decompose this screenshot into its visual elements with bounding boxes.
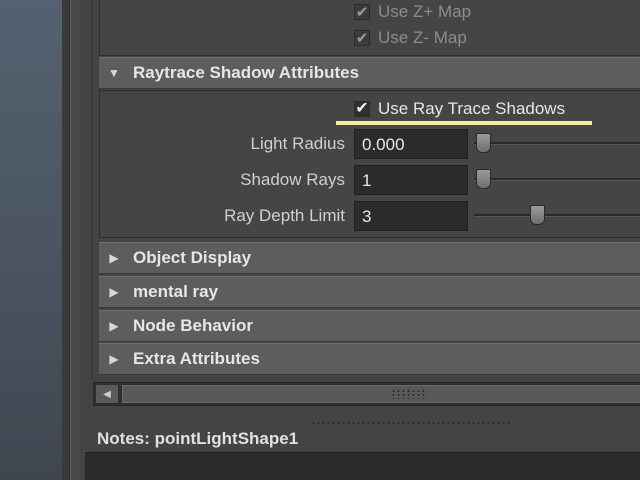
pane-splitter[interactable] xyxy=(311,420,511,426)
section-title: Extra Attributes xyxy=(133,349,260,368)
indent-guide xyxy=(91,0,93,380)
ray-depth-limit-field[interactable]: 3 xyxy=(354,201,468,231)
horizontal-scrollbar[interactable]: ◀ xyxy=(93,382,640,406)
scroll-left-button[interactable]: ◀ xyxy=(96,385,118,403)
raytrace-section-body: ✔ Use Ray Trace Shadows Light Radius 0.0… xyxy=(99,90,640,238)
depth-map-section-body: ✔ Use Z+ Map ✔ Use Z- Map xyxy=(99,0,640,56)
use-ray-trace-shadows-checkbox[interactable]: ✔ xyxy=(354,101,370,117)
section-title: Raytrace Shadow Attributes xyxy=(133,63,360,82)
highlight-underline xyxy=(336,121,592,125)
checkmark-icon: ✔ xyxy=(355,29,369,47)
viewport-panel xyxy=(0,0,62,480)
section-header-object-display[interactable]: ▶ Object Display xyxy=(99,242,640,274)
slider-handle[interactable] xyxy=(476,133,491,153)
use-z-minus-map-row[interactable]: ✔ Use Z- Map xyxy=(354,28,467,48)
checkmark-icon: ✔ xyxy=(355,100,369,117)
section-header-mental-ray[interactable]: ▶ mental ray xyxy=(99,276,640,308)
panel-divider[interactable] xyxy=(62,0,70,480)
notes-label: Notes: pointLightShape1 xyxy=(97,429,299,448)
light-radius-label: Light Radius xyxy=(250,134,345,153)
panel-border xyxy=(70,0,80,480)
use-ray-trace-shadows-label: Use Ray Trace Shadows xyxy=(378,99,566,118)
ray-depth-limit-label: Ray Depth Limit xyxy=(224,206,345,225)
triangle-right-icon: ▶ xyxy=(109,352,119,366)
shadow-rays-label: Shadow Rays xyxy=(240,170,345,189)
grip-icon xyxy=(391,389,425,399)
section-header-node-behavior[interactable]: ▶ Node Behavior xyxy=(99,310,640,342)
light-radius-slider[interactable] xyxy=(474,133,640,153)
use-z-plus-map-checkbox[interactable]: ✔ xyxy=(354,4,370,20)
notes-textarea[interactable] xyxy=(85,452,640,480)
ray-depth-limit-row: Ray Depth Limit 3 xyxy=(100,201,640,231)
shadow-rays-row: Shadow Rays 1 xyxy=(100,165,640,195)
section-title: Object Display xyxy=(133,248,252,267)
attribute-editor: ✔ Use Z+ Map ✔ Use Z- Map ▼ Raytrace Sha… xyxy=(81,0,640,480)
triangle-right-icon: ▶ xyxy=(109,251,119,265)
section-header-extra-attributes[interactable]: ▶ Extra Attributes xyxy=(99,343,640,375)
triangle-down-icon: ▼ xyxy=(108,66,120,80)
use-z-minus-map-label: Use Z- Map xyxy=(378,28,467,47)
light-radius-row: Light Radius 0.000 xyxy=(100,129,640,159)
use-z-plus-map-row[interactable]: ✔ Use Z+ Map xyxy=(354,2,471,22)
triangle-right-icon: ▶ xyxy=(109,285,119,299)
slider-handle[interactable] xyxy=(476,169,491,189)
checkmark-icon: ✔ xyxy=(355,3,369,21)
triangle-right-icon: ▶ xyxy=(109,319,119,333)
use-z-minus-map-checkbox[interactable]: ✔ xyxy=(354,30,370,46)
ray-depth-limit-slider[interactable] xyxy=(474,205,640,225)
shadow-rays-field[interactable]: 1 xyxy=(354,165,468,195)
section-title: mental ray xyxy=(133,282,219,301)
scrollbar-thumb[interactable] xyxy=(122,385,640,403)
arrow-left-icon: ◀ xyxy=(103,388,111,400)
use-z-plus-map-label: Use Z+ Map xyxy=(378,2,472,21)
light-radius-field[interactable]: 0.000 xyxy=(354,129,468,159)
use-ray-trace-shadows-row[interactable]: ✔ Use Ray Trace Shadows xyxy=(354,99,565,119)
section-header-raytrace[interactable]: ▼ Raytrace Shadow Attributes xyxy=(99,57,640,89)
slider-handle[interactable] xyxy=(529,205,545,225)
section-title: Node Behavior xyxy=(133,316,253,335)
shadow-rays-slider[interactable] xyxy=(474,169,640,189)
